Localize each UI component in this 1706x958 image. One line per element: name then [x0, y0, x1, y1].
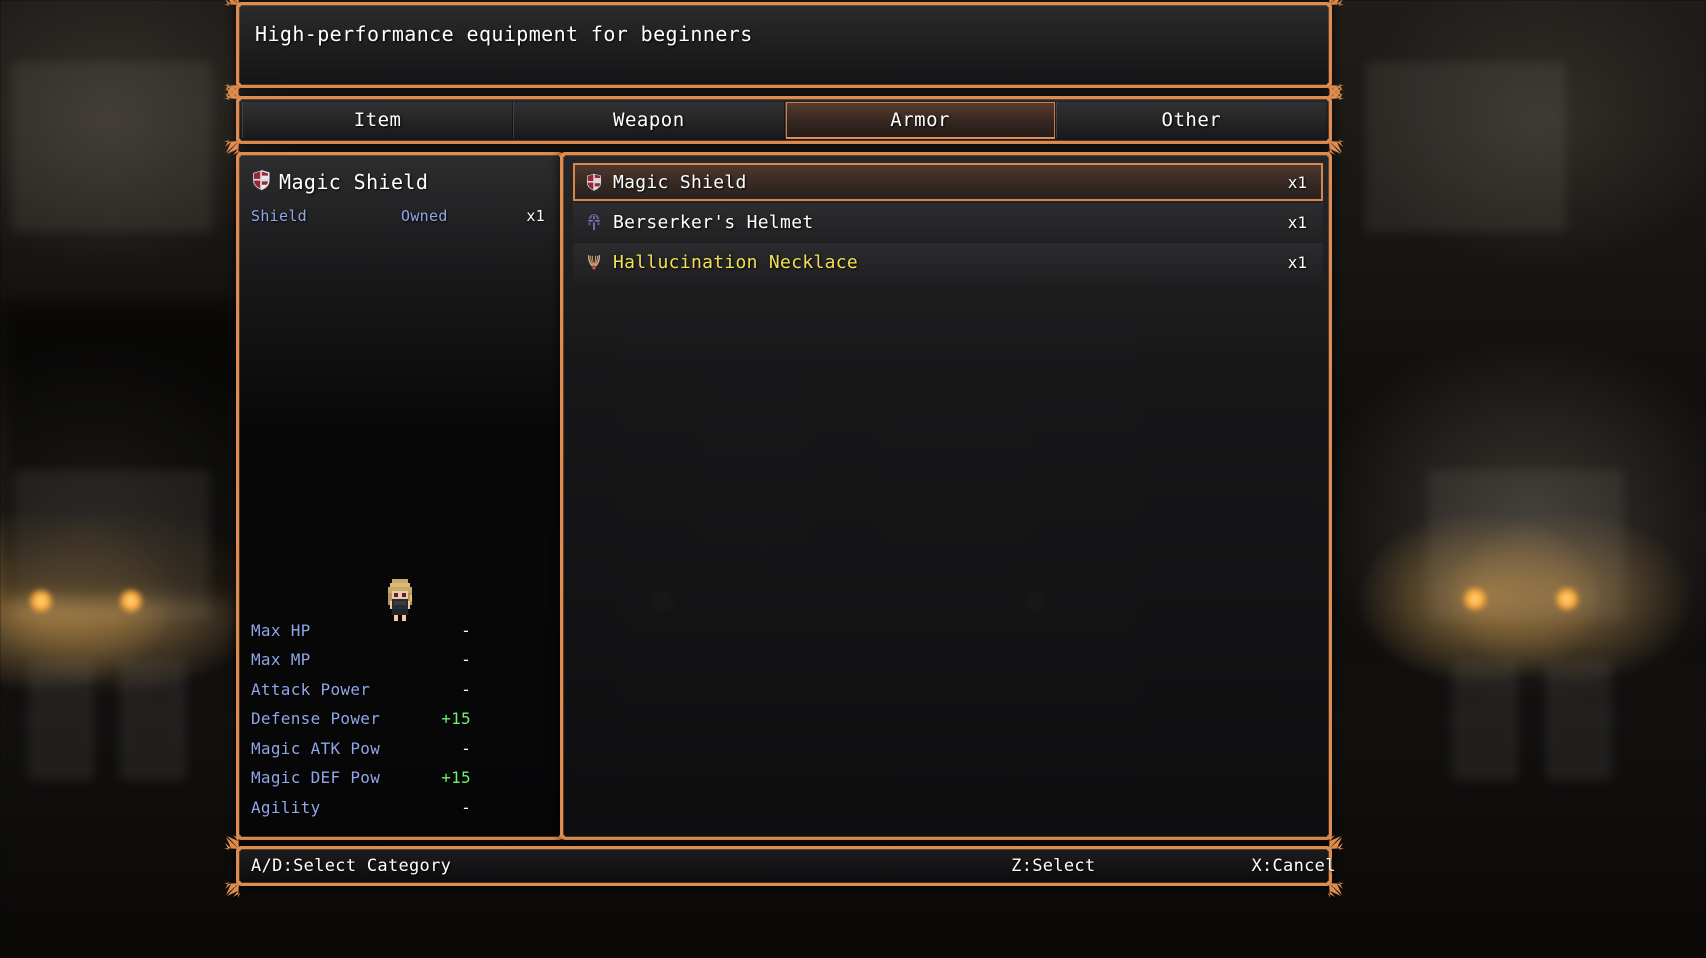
stat-row: Magic ATK Pow -	[251, 739, 549, 769]
detail-owned-count: x1	[526, 207, 545, 225]
stat-label: Max MP	[251, 650, 311, 669]
list-item-name: Hallucination Necklace	[613, 251, 859, 273]
stat-value: +15	[441, 709, 471, 728]
detail-owned-label: Owned	[401, 207, 448, 225]
stat-label: Defense Power	[251, 709, 381, 728]
list-item-qty: x1	[1287, 172, 1307, 192]
stat-list: Max HP - Max MP - Attack Power - Defense…	[251, 621, 549, 828]
stat-label: Magic ATK Pow	[251, 738, 381, 758]
stat-row: Max HP -	[251, 621, 549, 651]
stat-row: Max MP -	[251, 650, 549, 680]
shield-icon	[581, 172, 607, 192]
list-item-qty: x1	[1287, 212, 1307, 232]
help-text: High-performance equipment for beginners	[255, 22, 753, 46]
stat-row: Agility -	[251, 798, 549, 828]
hint-select: Z:Select	[1011, 856, 1096, 876]
category-tab-bar: Item Weapon Armor Other	[224, 84, 1344, 156]
detail-header: Magic Shield	[239, 155, 561, 195]
stat-label: Attack Power	[251, 679, 371, 699]
stat-row: Attack Power -	[251, 680, 549, 710]
detail-subline: Shield Owned x1	[239, 207, 561, 225]
stat-row: Defense Power +15	[251, 709, 549, 739]
list-item[interactable]: Hallucination Necklace x1	[573, 243, 1323, 281]
item-list-panel: Magic Shield x1 Berserker's Helmet x1 Ha…	[560, 152, 1332, 840]
shield-icon	[251, 169, 271, 195]
stat-value: -	[461, 620, 471, 640]
key-hint-bar: A/D:Select Category Z:Select X:Cancel	[224, 834, 1344, 898]
stat-value: -	[461, 797, 471, 817]
detail-item-name: Magic Shield	[279, 170, 429, 194]
necklace-icon	[581, 252, 607, 272]
stat-label: Magic DEF Pow	[251, 768, 381, 787]
character-preview	[239, 575, 561, 623]
detail-item-type: Shield	[251, 207, 307, 225]
list-item-name: Berserker's Helmet	[613, 211, 814, 233]
tab-item[interactable]: Item	[242, 102, 514, 138]
list-item[interactable]: Berserker's Helmet x1	[573, 203, 1323, 241]
item-detail-panel: Magic Shield Shield Owned x1 Max HP - Ma…	[236, 152, 564, 840]
stat-label: Agility	[251, 797, 321, 817]
stat-value: -	[461, 679, 471, 699]
stat-value: -	[461, 650, 471, 669]
list-item[interactable]: Magic Shield x1	[573, 163, 1323, 201]
hint-select-category: A/D:Select Category	[251, 856, 452, 876]
character-sprite	[388, 579, 412, 621]
tab-other[interactable]: Other	[1055, 102, 1326, 138]
helmet-icon	[581, 212, 607, 232]
stat-label: Max HP	[251, 620, 311, 640]
tab-armor[interactable]: Armor	[784, 102, 1056, 139]
stat-row: Magic DEF Pow +15	[251, 768, 549, 798]
stat-value: +15	[441, 768, 471, 787]
list-item-qty: x1	[1287, 252, 1307, 272]
list-item-name: Magic Shield	[613, 171, 747, 193]
stat-value: -	[461, 738, 471, 758]
help-window: High-performance equipment for beginners	[224, 0, 1344, 100]
hint-cancel: X:Cancel	[1251, 856, 1336, 876]
tab-weapon[interactable]: Weapon	[513, 102, 785, 138]
